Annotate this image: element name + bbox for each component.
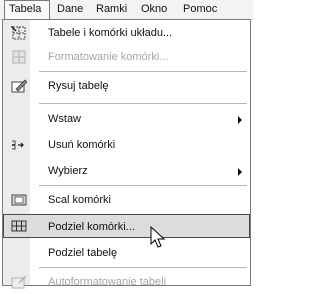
menu-item-label: Autoformatowanie tabeli <box>48 276 167 288</box>
menu-okno[interactable]: Okno <box>141 0 167 19</box>
menu-item-label: Wstaw <box>48 113 81 125</box>
menu-okno-label: Okno <box>141 3 168 15</box>
menu-separator <box>39 103 247 104</box>
merge-cells-icon <box>11 193 27 207</box>
menu-item-select[interactable]: Wybierz <box>3 159 250 183</box>
menu-item-layout-tables[interactable]: Tabele i komórki układu... <box>3 21 250 45</box>
menu-item-label: Usuń komórki <box>48 139 116 151</box>
menu-dane-label: Dane <box>57 3 84 15</box>
menu-bar: Tabela Dane Ramki Okno Pomoc <box>0 0 253 20</box>
delete-cells-icon <box>11 138 27 152</box>
menu-tabela-label: Tabela <box>9 3 42 15</box>
menu-item-label: Podziel komórki... <box>48 221 135 233</box>
menu-item-split-cells[interactable]: Podziel komórki... <box>3 214 250 238</box>
menu-item-label: Rysuj tabelę <box>48 80 109 92</box>
submenu-arrow-icon <box>238 116 242 124</box>
menu-separator <box>39 185 247 186</box>
menu-item-label: Podziel tabelę <box>48 247 118 259</box>
submenu-arrow-icon <box>238 168 242 176</box>
menu-item-merge-cells[interactable]: Scal komórki <box>3 188 250 212</box>
menu-ramki[interactable]: Ramki <box>96 0 127 19</box>
split-cells-icon <box>11 219 27 233</box>
menu-item-label: Scal komórki <box>48 194 111 206</box>
menu-item-format-cell[interactable]: Formatowanie komórki... <box>3 45 250 69</box>
menu-dane[interactable]: Dane <box>57 0 83 19</box>
menu-item-draw-table[interactable]: Rysuj tabelę <box>3 74 250 98</box>
menu-item-autoformat-table[interactable]: Autoformatowanie tabeli <box>3 270 250 294</box>
layout-table-icon <box>10 25 27 40</box>
tabela-dropdown-menu: Tabele i komórki układu... Formatowanie … <box>2 19 251 289</box>
menu-pomoc[interactable]: Pomoc <box>183 0 217 19</box>
format-cell-icon <box>11 50 27 64</box>
menu-ramki-label: Ramki <box>96 3 128 15</box>
menu-separator <box>39 71 247 72</box>
draw-table-pencil-icon <box>11 79 28 93</box>
menu-item-label: Tabele i komórki układu... <box>48 27 173 39</box>
menu-separator <box>39 267 247 268</box>
menu-item-label: Wybierz <box>48 165 88 177</box>
menu-item-insert[interactable]: Wstaw <box>3 107 250 131</box>
menu-item-label: Formatowanie komórki... <box>48 51 169 63</box>
autoformat-table-icon <box>11 275 27 289</box>
menu-tabela[interactable]: Tabela <box>4 0 50 19</box>
mouse-pointer-icon <box>150 226 166 248</box>
menu-item-delete-cells[interactable]: Usuń komórki <box>3 133 250 157</box>
menu-pomoc-label: Pomoc <box>183 3 218 15</box>
menu-item-split-table[interactable]: Podziel tabelę <box>3 241 250 265</box>
